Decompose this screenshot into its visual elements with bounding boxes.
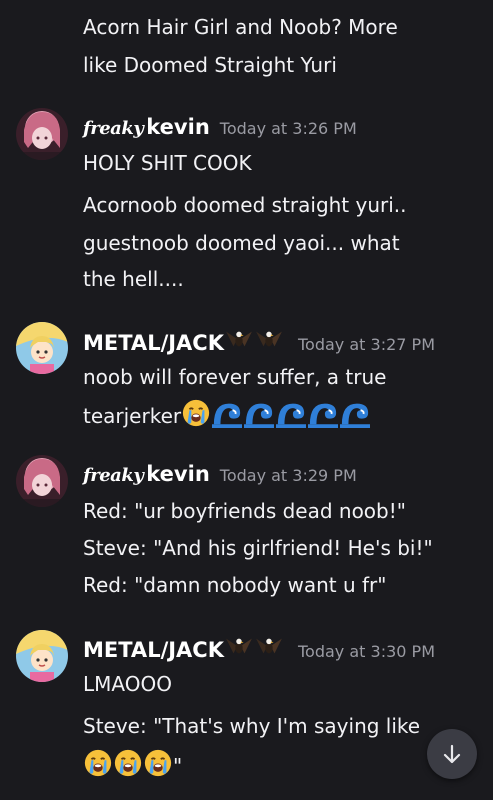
wave-icon	[339, 398, 371, 435]
avatar-metal-jack[interactable]	[16, 322, 68, 374]
message-line: HOLY SHIT COOK	[83, 151, 252, 175]
message-line: LMAOOO	[83, 672, 172, 696]
message-header: freaky kevin Today at 3:29 PM	[83, 462, 357, 492]
timestamp: Today at 3:29 PM	[219, 466, 357, 485]
jump-to-latest-button[interactable]	[427, 729, 477, 779]
timestamp: Today at 3:26 PM	[219, 119, 357, 138]
crying-face-icon	[143, 748, 173, 785]
message-line: Acorn Hair Girl and Noob? More	[83, 15, 398, 39]
wave-icon	[243, 398, 275, 435]
username[interactable]: kevin	[146, 462, 209, 486]
username-prefix[interactable]: freaky	[83, 118, 144, 139]
message-line-with-emoji: tearjerker	[83, 398, 371, 435]
username-prefix[interactable]: freaky	[83, 465, 144, 486]
message-line: Red: "ur boyfriends dead noob!"	[83, 499, 406, 523]
message-header: METAL/JACK Today at 3:27 PM	[83, 328, 435, 358]
username[interactable]: METAL/JACK	[83, 638, 224, 662]
message-line-with-emoji: "	[83, 748, 182, 785]
message-line: the hell....	[83, 267, 184, 291]
message-text: tearjerker	[83, 404, 182, 428]
message-header: METAL/JACK Today at 3:30 PM	[83, 635, 435, 665]
eagle-icon	[254, 635, 284, 661]
chat-message-list[interactable]: Acorn Hair Girl and Noob? More like Doom…	[0, 0, 493, 800]
message-line: Steve: "That's why I'm saying like	[83, 714, 421, 738]
message-line: like Doomed Straight Yuri	[83, 53, 337, 77]
wave-icon	[307, 398, 339, 435]
timestamp: Today at 3:30 PM	[298, 642, 435, 661]
crying-face-icon	[181, 398, 211, 435]
avatar-kevin[interactable]	[16, 108, 68, 160]
wave-icon	[211, 398, 243, 435]
eagle-icon	[254, 328, 284, 354]
username[interactable]: METAL/JACK	[83, 331, 224, 355]
message-line: Acornoob doomed straight yuri..	[83, 193, 407, 217]
crying-face-icon	[83, 748, 113, 785]
message-line: Red: "damn nobody want u fr"	[83, 573, 387, 597]
message-text: "	[173, 754, 183, 778]
eagle-icon	[224, 328, 254, 354]
crying-face-icon	[113, 748, 143, 785]
username[interactable]: kevin	[146, 115, 209, 139]
timestamp: Today at 3:27 PM	[298, 335, 435, 354]
message-header: freaky kevin Today at 3:26 PM	[83, 115, 357, 145]
message-line: noob will forever suffer, a true	[83, 365, 387, 389]
avatar-metal-jack[interactable]	[16, 630, 68, 682]
avatar-kevin[interactable]	[16, 455, 68, 507]
message-line: Steve: "And his girlfriend! He's bi!"	[83, 536, 433, 560]
message-line: guestnoob doomed yaoi... what	[83, 231, 400, 255]
eagle-icon	[224, 635, 254, 661]
arrow-down-icon	[443, 744, 461, 764]
wave-icon	[275, 398, 307, 435]
